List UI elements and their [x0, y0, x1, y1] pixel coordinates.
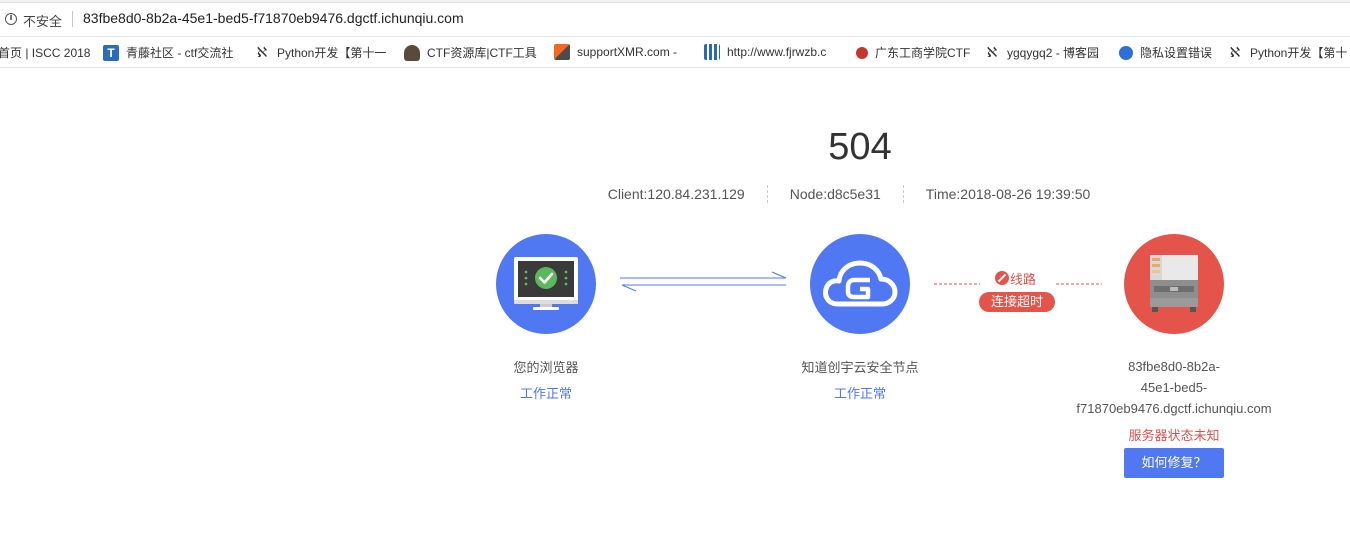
tab-strip-edge: [0, 0, 1350, 3]
address-bar[interactable]: i 不安全 83fbe8d0-8b2a-45e1-bed5-f71870eb94…: [0, 0, 1350, 37]
server-node: [1124, 234, 1224, 334]
red-dot-icon: [856, 46, 868, 59]
error-code-container: 504: [0, 126, 1350, 169]
grid-icon: [704, 44, 720, 60]
bookmark-gdgs-ctf[interactable]: 广东工商学院CTF: [856, 44, 970, 61]
bookmark-privacy-error[interactable]: 隐私设置错误: [1119, 44, 1212, 61]
monitor-check-icon: [514, 257, 578, 310]
bookmark-label: 首页 | ISCC 2018: [0, 46, 91, 60]
node-id: Node:d8c5e31: [768, 185, 904, 203]
browser-status: 工作正常: [519, 386, 572, 401]
security-indicator[interactable]: 不安全: [23, 11, 62, 30]
hostname-line-1: 83fbe8d0-8b2a-: [1128, 359, 1220, 374]
how-to-fix-button[interactable]: 如何修复？: [1124, 448, 1224, 478]
timeout-badge: 连接超时: [979, 292, 1055, 312]
bookmark-qingteng[interactable]: T 青藤社区 - ctf交流社: [103, 44, 233, 61]
bookmark-python-11[interactable]: ℵ Python开发【第十一: [254, 44, 387, 61]
bookmark-fjrwzb[interactable]: http://www.fjrwzb.c: [704, 44, 826, 60]
address-separator: [72, 11, 73, 27]
bookmark-label: 青藤社区 - ctf交流社: [126, 46, 234, 60]
error-code: 504: [828, 126, 892, 168]
request-time: Time:2018-08-26 19:39:50: [925, 186, 1091, 202]
hostname-line-3: f71870eb9476.dgctf.ichunqiu.com: [1076, 401, 1272, 416]
client-ip: Client:120.84.231.129: [608, 185, 768, 203]
server-icon: [1150, 255, 1198, 312]
server-status: 服务器状态未知: [1128, 428, 1220, 443]
request-meta: Client:120.84.231.129 Node:d8c5e31 Time:…: [0, 185, 1350, 203]
bookmark-label: ygqygq2 - 博客园: [1007, 46, 1100, 60]
hostname-line-2: 45e1-bed5-: [1140, 380, 1208, 395]
cloud-label: 知道创宇云安全节点: [801, 360, 919, 375]
bookmark-label: 广东工商学院CTF: [875, 46, 971, 60]
info-icon[interactable]: i: [5, 13, 17, 25]
blocked-icon: [995, 271, 1009, 285]
bookmark-supportxmr[interactable]: supportXMR.com -: [554, 44, 677, 60]
url-text[interactable]: 83fbe8d0-8b2a-45e1-bed5-f71870eb9476.dgc…: [83, 10, 464, 26]
bookmark-label: Python开发【第十一: [277, 46, 387, 60]
browser-node: [496, 234, 596, 334]
T-logo-icon: T: [103, 44, 119, 61]
bookmarks-bar: 首页 | ISCC 2018 T 青藤社区 - ctf交流社 ℵ Python开…: [0, 37, 1350, 68]
server-hostname: 83fbe8d0-8b2a- 45e1-bed5- f71870eb9476.d…: [1063, 356, 1285, 419]
wave-logo-icon: ℵ: [1229, 44, 1241, 61]
wave-logo-icon: ℵ: [256, 44, 268, 61]
bidirectional-arrows: [620, 271, 787, 292]
cloud-status: 工作正常: [833, 386, 886, 401]
bookmark-ctf-resources[interactable]: CTF资源库|CTF工具: [404, 44, 537, 61]
spy-icon: [404, 44, 420, 61]
baidu-paw-icon: [1119, 45, 1133, 60]
bookmark-label: CTF资源库|CTF工具: [427, 46, 537, 60]
bookmark-label: 隐私设置错误: [1140, 46, 1213, 60]
bookmark-label: supportXMR.com -: [577, 45, 678, 59]
bookmark-label: Python开发【第十: [1250, 46, 1348, 60]
bookmark-ygqygq2[interactable]: ℵ ygqygq2 - 博客园: [984, 44, 1099, 61]
bookmark-python-10[interactable]: ℵ Python开发【第十: [1227, 44, 1348, 61]
xmr-icon: [554, 44, 570, 60]
browser-label: 您的浏览器: [513, 360, 579, 375]
wave-logo-icon: ℵ: [986, 44, 998, 61]
cloud-security-icon: [823, 260, 898, 307]
bookmark-iscc[interactable]: 首页 | ISCC 2018: [0, 44, 91, 61]
cloud-node: [810, 234, 910, 334]
bookmark-label: http://www.fjrwzb.c: [727, 45, 827, 59]
route-label: 线路: [1010, 272, 1037, 287]
